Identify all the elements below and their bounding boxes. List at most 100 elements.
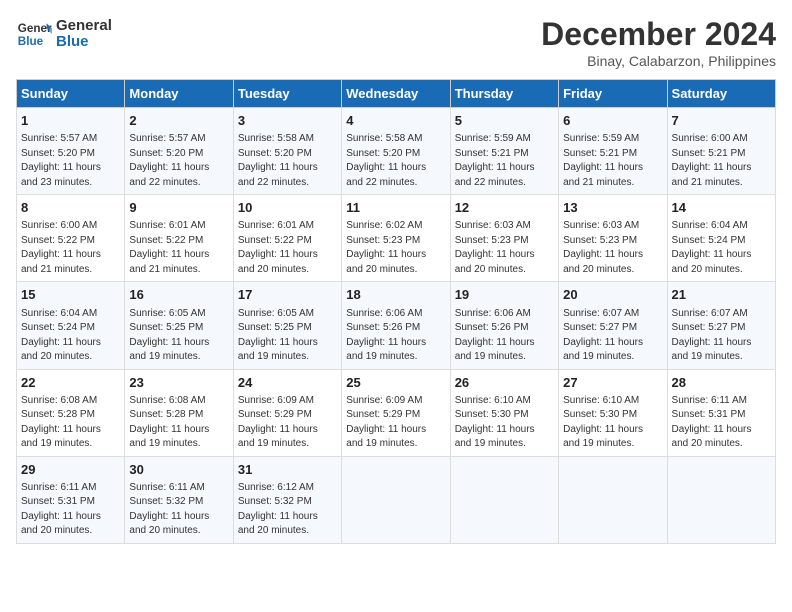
calendar-cell: 14Sunrise: 6:04 AMSunset: 5:24 PMDayligh…: [667, 195, 775, 282]
day-number: 3: [238, 112, 337, 130]
day-details: Sunrise: 6:01 AMSunset: 5:22 PMDaylight:…: [129, 219, 228, 277]
header: General Blue General Blue General Blue D…: [16, 16, 776, 69]
calendar-cell: 24Sunrise: 6:09 AMSunset: 5:29 PMDayligh…: [233, 369, 341, 456]
day-number: 1: [21, 112, 120, 130]
day-number: 5: [455, 112, 554, 130]
day-number: 8: [21, 199, 120, 217]
logo-wordmark: General Blue: [56, 18, 112, 51]
day-details: Sunrise: 6:05 AMSunset: 5:25 PMDaylight:…: [238, 307, 337, 365]
header-cell-sunday: Sunday: [17, 80, 125, 108]
day-details: Sunrise: 5:59 AMSunset: 5:21 PMDaylight:…: [455, 132, 554, 190]
day-details: Sunrise: 6:07 AMSunset: 5:27 PMDaylight:…: [672, 307, 771, 365]
page-subtitle: Binay, Calabarzon, Philippines: [541, 53, 776, 69]
day-number: 30: [129, 461, 228, 479]
calendar-cell: [559, 456, 667, 543]
calendar-cell: [342, 456, 450, 543]
day-details: Sunrise: 6:00 AMSunset: 5:22 PMDaylight:…: [21, 219, 120, 277]
calendar-cell: 4 Sunrise: 5:58 AMSunset: 5:20 PMDaylight…: [342, 108, 450, 195]
calendar-cell: 19Sunrise: 6:06 AMSunset: 5:26 PMDayligh…: [450, 282, 558, 369]
day-number: 18: [346, 286, 445, 304]
calendar-cell: 21 Sunrise: 6:07 AMSunset: 5:27 PMDayligh…: [667, 282, 775, 369]
calendar-body: 1 Sunrise: 5:57 AMSunset: 5:20 PMDaylight…: [17, 108, 776, 544]
day-number: 16: [129, 286, 228, 304]
calendar-cell: 26Sunrise: 6:10 AMSunset: 5:30 PMDayligh…: [450, 369, 558, 456]
svg-text:Blue: Blue: [18, 35, 44, 48]
day-number: 10: [238, 199, 337, 217]
day-number: 4: [346, 112, 445, 130]
day-details: Sunrise: 6:02 AMSunset: 5:23 PMDaylight:…: [346, 219, 445, 277]
day-number: 12: [455, 199, 554, 217]
day-details: Sunrise: 6:06 AMSunset: 5:26 PMDaylight:…: [346, 307, 445, 365]
day-number: 21: [672, 286, 771, 304]
day-details: Sunrise: 6:10 AMSunset: 5:30 PMDaylight:…: [455, 394, 554, 452]
week-row-5: 29Sunrise: 6:11 AMSunset: 5:31 PMDayligh…: [17, 456, 776, 543]
calendar-cell: 8 Sunrise: 6:00 AMSunset: 5:22 PMDaylight…: [17, 195, 125, 282]
day-details: Sunrise: 6:07 AMSunset: 5:27 PMDaylight:…: [563, 307, 662, 365]
day-details: Sunrise: 6:03 AMSunset: 5:23 PMDaylight:…: [563, 219, 662, 277]
day-number: 23: [129, 374, 228, 392]
calendar-table: SundayMondayTuesdayWednesdayThursdayFrid…: [16, 79, 776, 544]
day-details: Sunrise: 5:57 AMSunset: 5:20 PMDaylight:…: [21, 132, 120, 190]
calendar-cell: 17 Sunrise: 6:05 AMSunset: 5:25 PMDayligh…: [233, 282, 341, 369]
day-details: Sunrise: 5:58 AMSunset: 5:20 PMDaylight:…: [346, 132, 445, 190]
day-details: Sunrise: 6:03 AMSunset: 5:23 PMDaylight:…: [455, 219, 554, 277]
day-number: 2: [129, 112, 228, 130]
calendar-cell: 6Sunrise: 5:59 AMSunset: 5:21 PMDaylight…: [559, 108, 667, 195]
calendar-cell: 31Sunrise: 6:12 AMSunset: 5:32 PMDayligh…: [233, 456, 341, 543]
day-number: 13: [563, 199, 662, 217]
calendar-cell: 9Sunrise: 6:01 AMSunset: 5:22 PMDaylight…: [125, 195, 233, 282]
page-title: December 2024: [541, 16, 776, 53]
logo-icon: General Blue: [16, 16, 52, 52]
day-details: Sunrise: 6:00 AMSunset: 5:21 PMDaylight:…: [672, 132, 771, 190]
calendar-cell: 20 Sunrise: 6:07 AMSunset: 5:27 PMDayligh…: [559, 282, 667, 369]
day-number: 24: [238, 374, 337, 392]
day-number: 7: [672, 112, 771, 130]
header-cell-saturday: Saturday: [667, 80, 775, 108]
day-details: Sunrise: 6:01 AMSunset: 5:22 PMDaylight:…: [238, 219, 337, 277]
calendar-cell: 13 Sunrise: 6:03 AMSunset: 5:23 PMDayligh…: [559, 195, 667, 282]
day-details: Sunrise: 5:58 AMSunset: 5:20 PMDaylight:…: [238, 132, 337, 190]
calendar-cell: 15 Sunrise: 6:04 AMSunset: 5:24 PMDayligh…: [17, 282, 125, 369]
calendar-cell: [450, 456, 558, 543]
calendar-cell: 29Sunrise: 6:11 AMSunset: 5:31 PMDayligh…: [17, 456, 125, 543]
day-details: Sunrise: 6:08 AMSunset: 5:28 PMDaylight:…: [129, 394, 228, 452]
header-row: SundayMondayTuesdayWednesdayThursdayFrid…: [17, 80, 776, 108]
day-details: Sunrise: 6:06 AMSunset: 5:26 PMDaylight:…: [455, 307, 554, 365]
day-number: 28: [672, 374, 771, 392]
calendar-cell: 3 Sunrise: 5:58 AMSunset: 5:20 PMDaylight…: [233, 108, 341, 195]
day-number: 17: [238, 286, 337, 304]
calendar-cell: 22 Sunrise: 6:08 AMSunset: 5:28 PMDayligh…: [17, 369, 125, 456]
day-number: 15: [21, 286, 120, 304]
calendar-cell: [667, 456, 775, 543]
calendar-cell: 18 Sunrise: 6:06 AMSunset: 5:26 PMDayligh…: [342, 282, 450, 369]
day-details: Sunrise: 6:08 AMSunset: 5:28 PMDaylight:…: [21, 394, 120, 452]
calendar-cell: 27Sunrise: 6:10 AMSunset: 5:30 PMDayligh…: [559, 369, 667, 456]
day-details: Sunrise: 6:05 AMSunset: 5:25 PMDaylight:…: [129, 307, 228, 365]
day-details: Sunrise: 5:57 AMSunset: 5:20 PMDaylight:…: [129, 132, 228, 190]
day-details: Sunrise: 6:11 AMSunset: 5:32 PMDaylight:…: [129, 481, 228, 539]
day-number: 31: [238, 461, 337, 479]
logo: General Blue General Blue General Blue: [16, 16, 112, 52]
title-area: December 2024 Binay, Calabarzon, Philipp…: [541, 16, 776, 69]
header-cell-friday: Friday: [559, 80, 667, 108]
header-cell-tuesday: Tuesday: [233, 80, 341, 108]
day-number: 11: [346, 199, 445, 217]
day-number: 25: [346, 374, 445, 392]
day-details: Sunrise: 6:09 AMSunset: 5:29 PMDaylight:…: [346, 394, 445, 452]
calendar-cell: 11 Sunrise: 6:02 AMSunset: 5:23 PMDayligh…: [342, 195, 450, 282]
day-number: 14: [672, 199, 771, 217]
calendar-cell: 30 Sunrise: 6:11 AMSunset: 5:32 PMDayligh…: [125, 456, 233, 543]
day-number: 6: [563, 112, 662, 130]
week-row-3: 15 Sunrise: 6:04 AMSunset: 5:24 PMDayligh…: [17, 282, 776, 369]
day-details: Sunrise: 6:04 AMSunset: 5:24 PMDaylight:…: [21, 307, 120, 365]
calendar-header: SundayMondayTuesdayWednesdayThursdayFrid…: [17, 80, 776, 108]
day-number: 27: [563, 374, 662, 392]
calendar-cell: 7 Sunrise: 6:00 AMSunset: 5:21 PMDaylight…: [667, 108, 775, 195]
calendar-cell: 23 Sunrise: 6:08 AMSunset: 5:28 PMDayligh…: [125, 369, 233, 456]
calendar-cell: 16 Sunrise: 6:05 AMSunset: 5:25 PMDayligh…: [125, 282, 233, 369]
day-details: Sunrise: 6:11 AMSunset: 5:31 PMDaylight:…: [672, 394, 771, 452]
day-number: 20: [563, 286, 662, 304]
header-cell-wednesday: Wednesday: [342, 80, 450, 108]
day-number: 22: [21, 374, 120, 392]
calendar-cell: 2 Sunrise: 5:57 AMSunset: 5:20 PMDaylight…: [125, 108, 233, 195]
